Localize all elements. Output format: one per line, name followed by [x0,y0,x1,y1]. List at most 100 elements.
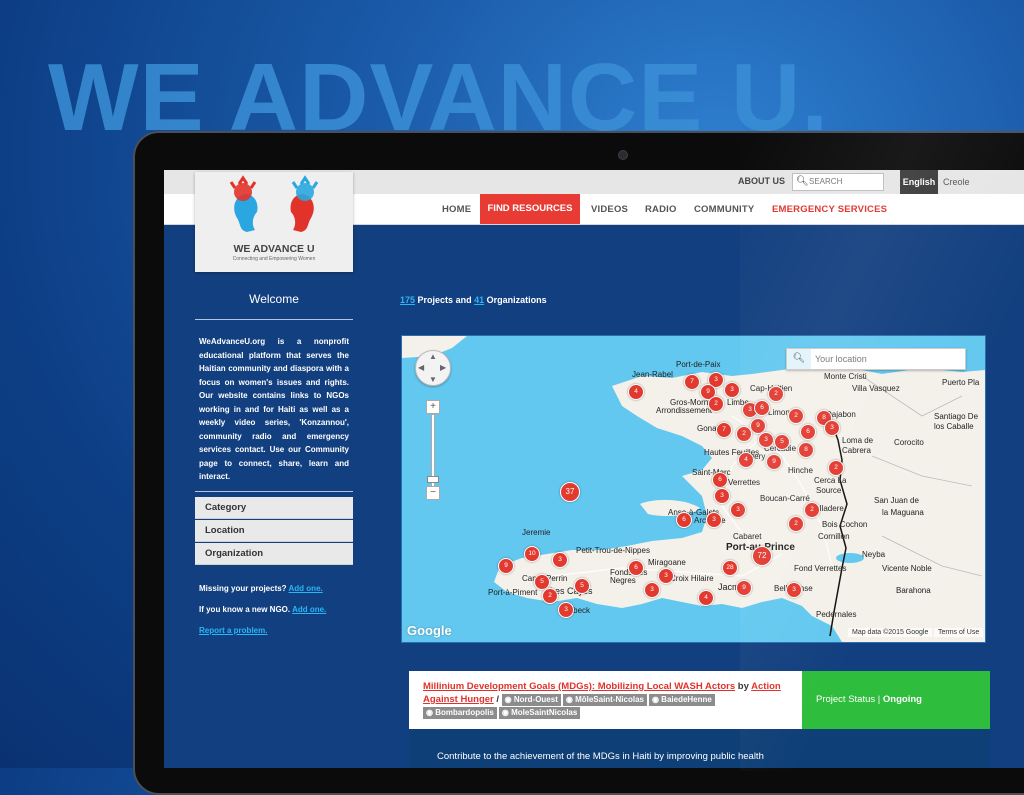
pan-up-icon[interactable]: ▲ [429,352,437,361]
welcome-heading: Welcome [249,292,299,306]
nav-community[interactable]: COMMUNITY [694,204,754,215]
zoom-out-icon[interactable]: − [426,486,440,500]
map-cluster-marker[interactable]: 2 [788,516,804,532]
map-cluster-marker[interactable]: 9 [766,454,782,470]
nav-find-resources[interactable]: FIND RESOURCES [480,194,580,224]
map-cluster-marker[interactable]: 4 [628,384,644,400]
map-location-input[interactable] [815,352,955,365]
project-by: by [737,681,749,692]
map-cluster-marker[interactable]: 5 [574,578,590,594]
location-tag[interactable]: ◉ BaiedeHenne [648,694,715,706]
zoom-in-icon[interactable]: + [426,400,440,414]
filter-category[interactable]: Category [195,497,353,519]
map-terms-link[interactable]: Terms of Use [934,628,984,637]
pan-right-icon[interactable]: ▶ [440,363,446,372]
location-tag[interactable]: ◉ Nord-Ouest [501,694,561,706]
missing-projects-note: Missing your projects? Add one. [199,584,323,593]
lang-english[interactable]: English [900,170,938,194]
location-tag[interactable]: ◉ MoleSaintNicolas [498,707,581,719]
zoom-slider-thumb[interactable] [427,476,439,483]
filter-location[interactable]: Location [195,520,353,542]
nav-radio[interactable]: RADIO [645,204,677,215]
map-cluster-marker[interactable]: 6 [754,400,770,416]
webcam [618,150,628,160]
map-cluster-marker[interactable]: 6 [800,424,816,440]
map-cluster-marker[interactable]: 3 [706,512,722,528]
project-description: Contribute to the achievement of the MDG… [437,751,764,762]
map-cluster-marker[interactable]: 3 [558,602,574,618]
site-logo[interactable]: WE ADVANCE U Connecting and Empowering W… [195,172,353,272]
map-pan-control[interactable]: ▲ ▼ ◀ ▶ [415,350,451,386]
add-project-link[interactable]: Add one. [289,584,323,593]
map-cluster-marker[interactable]: 9 [498,558,514,574]
map-label: Cabrera [842,446,871,455]
map-cluster-marker[interactable]: 2 [768,386,784,402]
projects-count-link[interactable]: 175 [400,295,415,305]
filter-organization[interactable]: Organization [195,543,353,565]
orgs-count-link[interactable]: 41 [474,295,484,305]
map-cluster-marker[interactable]: 2 [542,588,558,604]
project-title-link[interactable]: Millinium Development Goals (MDGs): Mobi… [423,681,735,692]
map-cluster-marker[interactable]: 3 [714,488,730,504]
projects-map[interactable]: 🔍︎ ▲ ▼ ◀ ▶ + − Port-de-Paix Jean-Rabel C… [401,335,986,643]
pan-left-icon[interactable]: ◀ [418,363,424,372]
about-us-link[interactable]: ABOUT US [738,176,785,186]
map-cluster-marker[interactable]: 2 [736,426,752,442]
map-label: Fond Verrettes [794,564,847,573]
location-tag[interactable]: ◉ MôleSaint-Nicolas [562,694,647,706]
map-label: Monte Cristi [824,372,867,381]
map-label: Jean-Rabel [632,370,673,379]
map-cluster-marker[interactable]: 2 [788,408,804,424]
nav-videos[interactable]: VIDEOS [591,204,628,215]
map-cluster-marker[interactable]: 8 [798,442,814,458]
map-label: San Juan de [874,496,919,505]
location-tag[interactable]: ◉ Bombardopolis [423,707,497,719]
map-cluster-marker[interactable]: 4 [738,452,754,468]
map-label: Hinche [788,466,813,475]
map-cluster-marker[interactable]: 3 [552,552,568,568]
map-cluster-marker[interactable]: 7 [716,422,732,438]
map-cluster-marker[interactable]: 72 [752,546,772,566]
about-text: WeAdvanceU.org is a nonprofit educationa… [199,337,349,481]
map-cluster-marker[interactable]: 3 [724,382,740,398]
projects-label: Projects and [417,295,472,305]
add-ngo-link[interactable]: Add one. [292,605,326,614]
map-label: Santiago De [934,412,979,421]
google-logo[interactable]: Google [407,623,452,638]
map-cluster-marker[interactable]: 2 [804,502,820,518]
lang-creole[interactable]: Creole [943,177,970,187]
map-cluster-marker[interactable]: 3 [730,502,746,518]
map-cluster-marker[interactable]: 28 [722,560,738,576]
site-search[interactable]: 🔍︎ [792,173,884,191]
map-cluster-marker[interactable]: 3 [644,582,660,598]
nav-home[interactable]: HOME [442,204,471,215]
map-cluster-marker[interactable]: 7 [684,374,700,390]
map-cluster-marker[interactable]: 10 [524,546,540,562]
map-label: Croix Hilaire [670,574,714,583]
map-attribution: Map data ©2015 Google [848,628,933,637]
map-cluster-marker[interactable]: 3 [658,568,674,584]
map-cluster-marker[interactable]: 37 [560,482,580,502]
map-cluster-marker[interactable]: 6 [712,472,728,488]
status-value: Ongoing [882,694,922,705]
map-cluster-marker[interactable]: 3 [824,420,840,436]
map-cluster-marker[interactable]: 3 [786,582,802,598]
map-label: Loma de [842,436,874,445]
map-cluster-marker[interactable]: 4 [698,590,714,606]
map-label: Puerto Pla [942,378,980,387]
pan-down-icon[interactable]: ▼ [429,375,437,384]
nav-emergency-services[interactable]: EMERGENCY SERVICES [772,204,887,215]
map-cluster-marker[interactable]: 6 [628,560,644,576]
map-cluster-marker[interactable]: 5 [774,434,790,450]
site-search-input[interactable] [809,175,879,187]
map-cluster-marker[interactable]: 2 [708,396,724,412]
map-cluster-marker[interactable]: 3 [758,432,774,448]
report-problem-link[interactable]: Report a problem. [199,626,267,635]
map-cluster-marker[interactable]: 6 [676,512,692,528]
map-cluster-marker[interactable]: 9 [736,580,752,596]
map-cluster-marker[interactable]: 2 [828,460,844,476]
map-search-icon[interactable]: 🔍︎ [787,349,811,369]
map-location-search[interactable]: 🔍︎ [786,348,966,370]
about-divider [195,491,353,492]
logo-faces-icon [229,175,319,232]
